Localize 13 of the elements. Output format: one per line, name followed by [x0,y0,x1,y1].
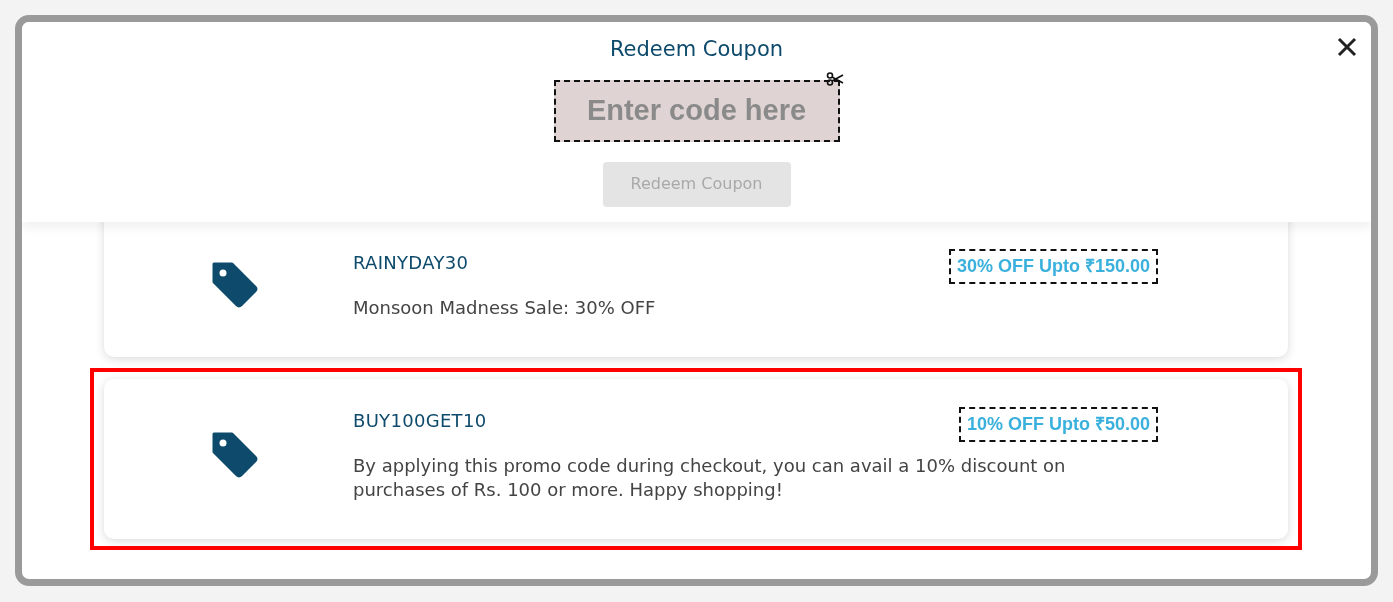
offer-label: 10% OFF Upto ₹50.00 [958,407,1158,443]
coupon-code: RAINYDAY30 [353,251,469,275]
coupon-card[interactable]: BUY100GET10 10% OFF Upto ₹50.00 By applying this promo code during checkout, you can avail a 10% discount on purchases of Rs. 100 or more. Happy shopping! [104,379,1288,540]
coupon-card[interactable]: RAINYDAY30 30% OFF Upto ₹150.00 Monsoon Madness Sale: 30% OFF [104,222,1288,358]
dialog-title: Redeem Coupon [609,36,784,63]
offer-label: 30% OFF Upto ₹150.00 [948,249,1158,284]
coupon-code-field[interactable]: Enter code here [553,79,840,142]
coupon-description: By applying this promo code during checkout, you can avail a 10% discount on purchases of Rs. 100 or more. Happy shopping! [353,454,1067,502]
tag-icon [210,260,258,309]
coupon-code: BUY100GET10 [353,409,487,434]
coupon-description: Monsoon Madness Sale: 30% OFF [353,296,657,320]
scissors-icon [825,71,844,86]
tag-icon [210,430,258,479]
